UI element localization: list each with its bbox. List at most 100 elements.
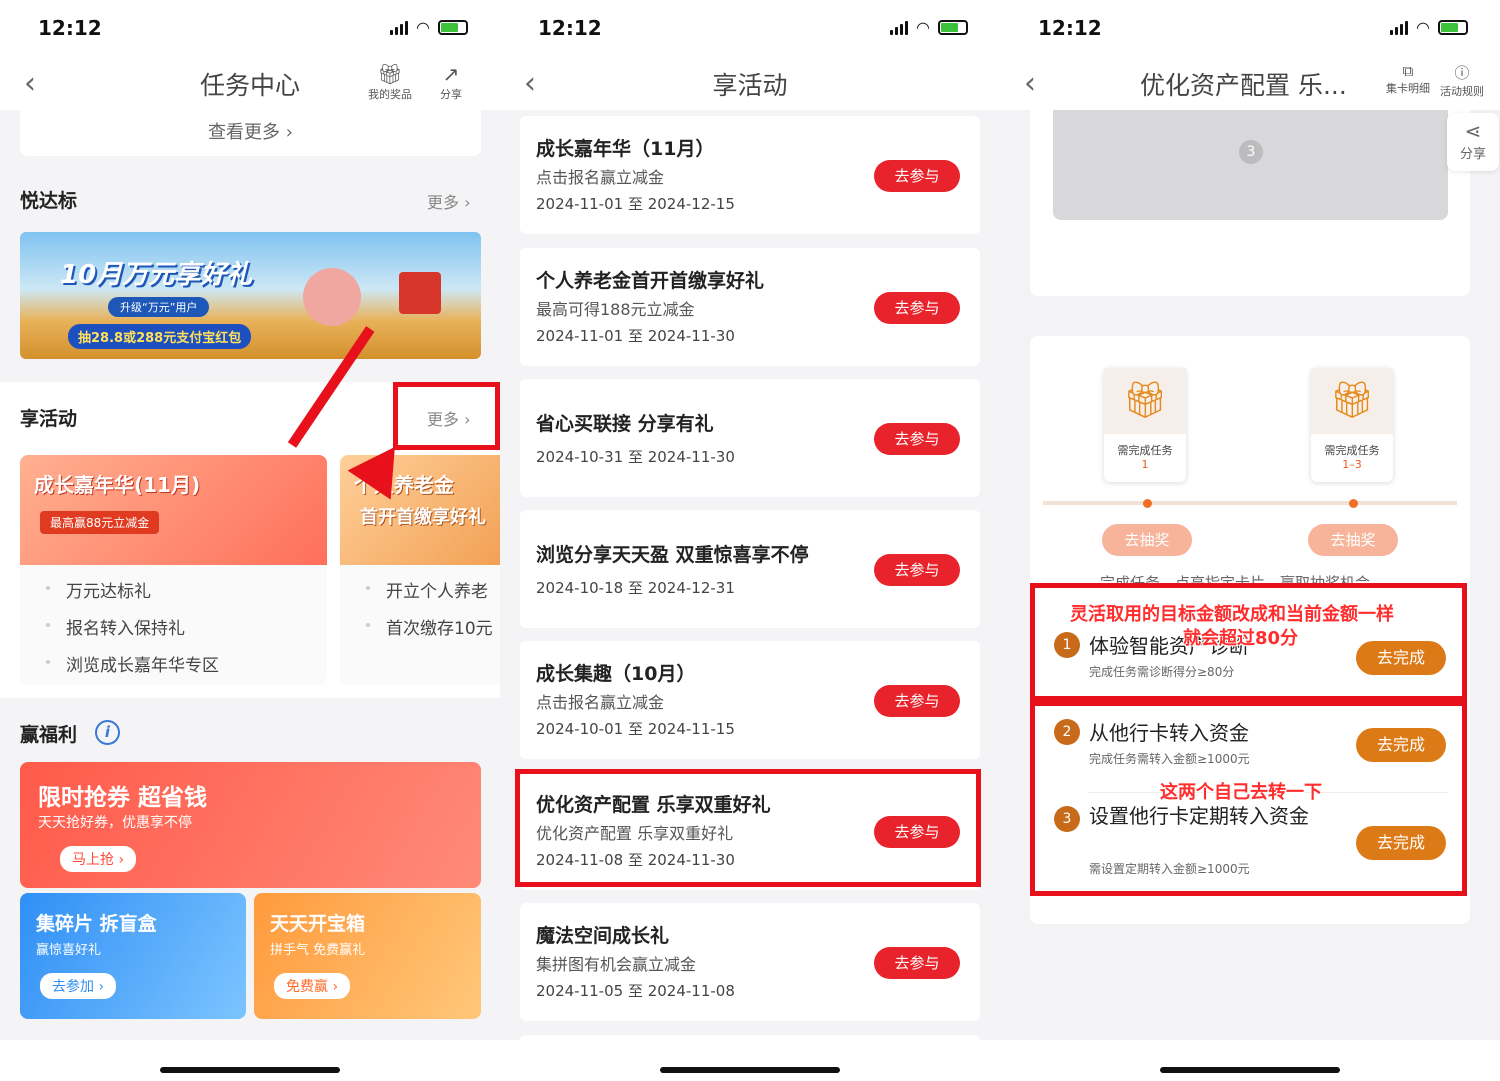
status-bar: 12:12 ◠	[1000, 0, 1500, 56]
activity-image-sub: 最高赢88元立减金	[40, 511, 160, 534]
page-title: 优化资产配置 乐...	[1140, 71, 1347, 100]
annotation-box-event	[515, 769, 981, 887]
treasure-box-sub: 拼手气 免费赢礼	[270, 943, 366, 958]
grab-coupon-button[interactable]: 马上抢 ›	[60, 846, 137, 872]
event-card[interactable]: 浏览分享天天盈 双重惊喜享不停 2024-10-18 至 2024-12-31 去参…	[520, 510, 980, 628]
progress-dot	[1143, 499, 1152, 508]
home-indicator[interactable]	[660, 1067, 840, 1073]
join-button[interactable]: 去参与	[874, 554, 960, 586]
banner-headline: 10月万元享好礼	[60, 260, 253, 290]
activity-image-title: 成长嘉年华(11月)	[34, 473, 201, 497]
status-bar: 12:12 ◠	[500, 0, 1000, 56]
event-card[interactable]: 个人养老金首开首缴享好礼 最高可得188元立减金 2024-11-01 至 2024…	[520, 248, 980, 366]
coupon-banner[interactable]: 限时抢券 超省钱 天天抢好券，优惠享不停 马上抢 ›	[20, 762, 481, 888]
list-item[interactable]: 万元达标礼	[46, 577, 327, 602]
wifi-icon: ◠	[916, 18, 930, 37]
event-title: 浏览分享天天盈 双重惊喜享不停	[536, 544, 809, 566]
activity-item-list: 万元达标礼 报名转入保持礼 浏览成长嘉年华专区	[20, 577, 327, 676]
free-win-button[interactable]: 免费赢 ›	[274, 973, 351, 999]
event-card[interactable]: 成长集趣（10月） 点击报名赢立减金 2024-10-01 至 2024-11-15…	[520, 641, 980, 759]
join-button[interactable]: 去参与	[874, 292, 960, 324]
my-prize-label: 我的奖品	[368, 88, 412, 101]
join-button[interactable]: 去参与	[874, 947, 960, 979]
status-bar: 12:12 ◠	[0, 0, 500, 56]
card-placeholder	[1053, 110, 1448, 220]
banner-footline: 抽28.8或288元支付宝红包	[68, 324, 252, 349]
event-title: 成长嘉年华（11月）	[536, 138, 715, 160]
list-item[interactable]: 浏览成长嘉年华专区	[46, 651, 327, 676]
card-detail-button[interactable]: ⧉ 集卡明细	[1386, 62, 1430, 96]
gift-milestone-2[interactable]: 🎁︎ 需完成任务 1–3	[1311, 368, 1393, 482]
annotation-text-1: 灵活取用的目标金额改成和当前金额一样	[1070, 604, 1394, 625]
join-button[interactable]: 去参与	[874, 423, 960, 455]
event-date: 2024-10-01 至 2024-11-15	[536, 720, 735, 738]
card-placeholder-number: 3	[1239, 140, 1263, 164]
signal-icon	[390, 20, 409, 35]
event-title: 个人养老金首开首缴享好礼	[536, 270, 765, 292]
gift-milestone-1[interactable]: 🎁︎ 需完成任务 1	[1104, 368, 1186, 482]
event-date: 2024-11-01 至 2024-12-15	[536, 195, 735, 213]
promo-banner[interactable]: 10月万元享好礼 升级“万元”用户 抽28.8或288元支付宝红包	[20, 232, 481, 359]
event-title: 魔法空间成长礼	[536, 925, 670, 947]
home-indicator[interactable]	[1160, 1067, 1340, 1073]
back-button[interactable]: ‹	[1024, 66, 1036, 101]
gift-label: 需完成任务	[1324, 444, 1380, 457]
list-item[interactable]: 首次缴存10元	[366, 614, 500, 639]
gift-icon: 🎁︎	[1311, 368, 1393, 434]
event-title: 省心买联接 分享有礼	[536, 413, 714, 435]
activity-card-carnival[interactable]: 成长嘉年华(11月) 最高赢88元立减金 万元达标礼 报名转入保持礼 浏览成长嘉年…	[20, 455, 327, 685]
progress-dot	[1349, 499, 1358, 508]
blind-box-title: 集碎片 拆盲盒	[36, 913, 157, 935]
battery-icon	[1438, 20, 1468, 35]
share-float-button[interactable]: ⋖ 分享	[1447, 113, 1499, 171]
gift-count: 1	[1141, 458, 1149, 471]
gift-icon: 🎁︎	[1104, 368, 1186, 434]
gift-bag-image	[399, 272, 441, 314]
navbar: ‹ 任务中心 🎁︎ 我的奖品 ↗ 分享	[0, 56, 500, 110]
view-more-link[interactable]: 查看更多 ›	[20, 118, 481, 144]
battery-icon	[438, 20, 468, 35]
list-item[interactable]: 报名转入保持礼	[46, 614, 327, 639]
wifi-icon: ◠	[1416, 18, 1430, 37]
event-card[interactable]: 魔法空间成长礼 集拼图有机会赢立减金 2024-11-05 至 2024-11-08…	[520, 903, 980, 1021]
share-button[interactable]: ↗ 分享	[440, 62, 462, 102]
gift-count: 1–3	[1342, 458, 1362, 471]
annotation-text-3: 这两个自己去转一下	[1160, 782, 1322, 803]
draw-button-1[interactable]: 去抽奖	[1102, 524, 1192, 556]
join-button[interactable]: 去参加 ›	[40, 973, 117, 999]
event-subtitle: 最高可得188元立减金	[536, 300, 695, 319]
event-subtitle: 点击报名赢立减金	[536, 168, 665, 187]
list-item[interactable]: 开立个人养老	[366, 577, 500, 602]
annotation-box-more	[393, 382, 500, 450]
gift-label: 需完成任务	[1117, 444, 1173, 457]
info-icon[interactable]: i	[95, 720, 120, 745]
event-date: 2024-10-31 至 2024-11-30	[536, 448, 735, 466]
draw-button-2[interactable]: 去抽奖	[1308, 524, 1398, 556]
blind-box-banner[interactable]: 集碎片 拆盲盒 赢惊喜好礼 去参加 ›	[20, 893, 246, 1019]
event-title: 成长集趣（10月）	[536, 663, 696, 685]
mascot-image	[303, 268, 361, 326]
activity-item-list: 开立个人养老 首次缴存10元	[340, 577, 500, 639]
rules-label: 活动规则	[1440, 85, 1484, 98]
event-card[interactable]: 省心买联接 分享有礼 2024-10-31 至 2024-11-30 去参与	[520, 379, 980, 497]
rules-button[interactable]: ⓘ 活动规则	[1440, 62, 1484, 99]
battery-icon	[938, 20, 968, 35]
coupon-banner-sub: 天天抢好券，优惠享不停	[38, 815, 192, 831]
activity-image-carnival: 成长嘉年华(11月) 最高赢88元立减金	[20, 455, 327, 565]
signal-icon	[1390, 20, 1409, 35]
treasure-box-banner[interactable]: 天天开宝箱 拼手气 免费赢礼 免费赢 ›	[254, 893, 481, 1019]
join-button[interactable]: 去参与	[874, 160, 960, 192]
coupon-banner-title: 限时抢券 超省钱	[38, 785, 208, 811]
activity-card-pension[interactable]: 个人养老金 首开首缴享好礼 开立个人养老 首次缴存10元	[340, 455, 500, 685]
event-card[interactable]: 成长嘉年华（11月） 点击报名赢立减金 2024-11-01 至 2024-12-1…	[520, 116, 980, 234]
status-icons: ◠	[890, 18, 968, 37]
home-indicator[interactable]	[160, 1067, 340, 1073]
view-more-card[interactable]: 查看更多 ›	[20, 110, 481, 156]
share-icon: ⋖	[1464, 119, 1482, 143]
section-title-activities: 享活动	[20, 408, 78, 430]
my-prize-button[interactable]: 🎁︎ 我的奖品	[368, 62, 412, 102]
status-icons: ◠	[390, 18, 468, 37]
more-link-yuedabiao[interactable]: 更多 ›	[427, 189, 471, 213]
join-button[interactable]: 去参与	[874, 685, 960, 717]
navbar: ‹ 享活动	[500, 56, 1000, 110]
